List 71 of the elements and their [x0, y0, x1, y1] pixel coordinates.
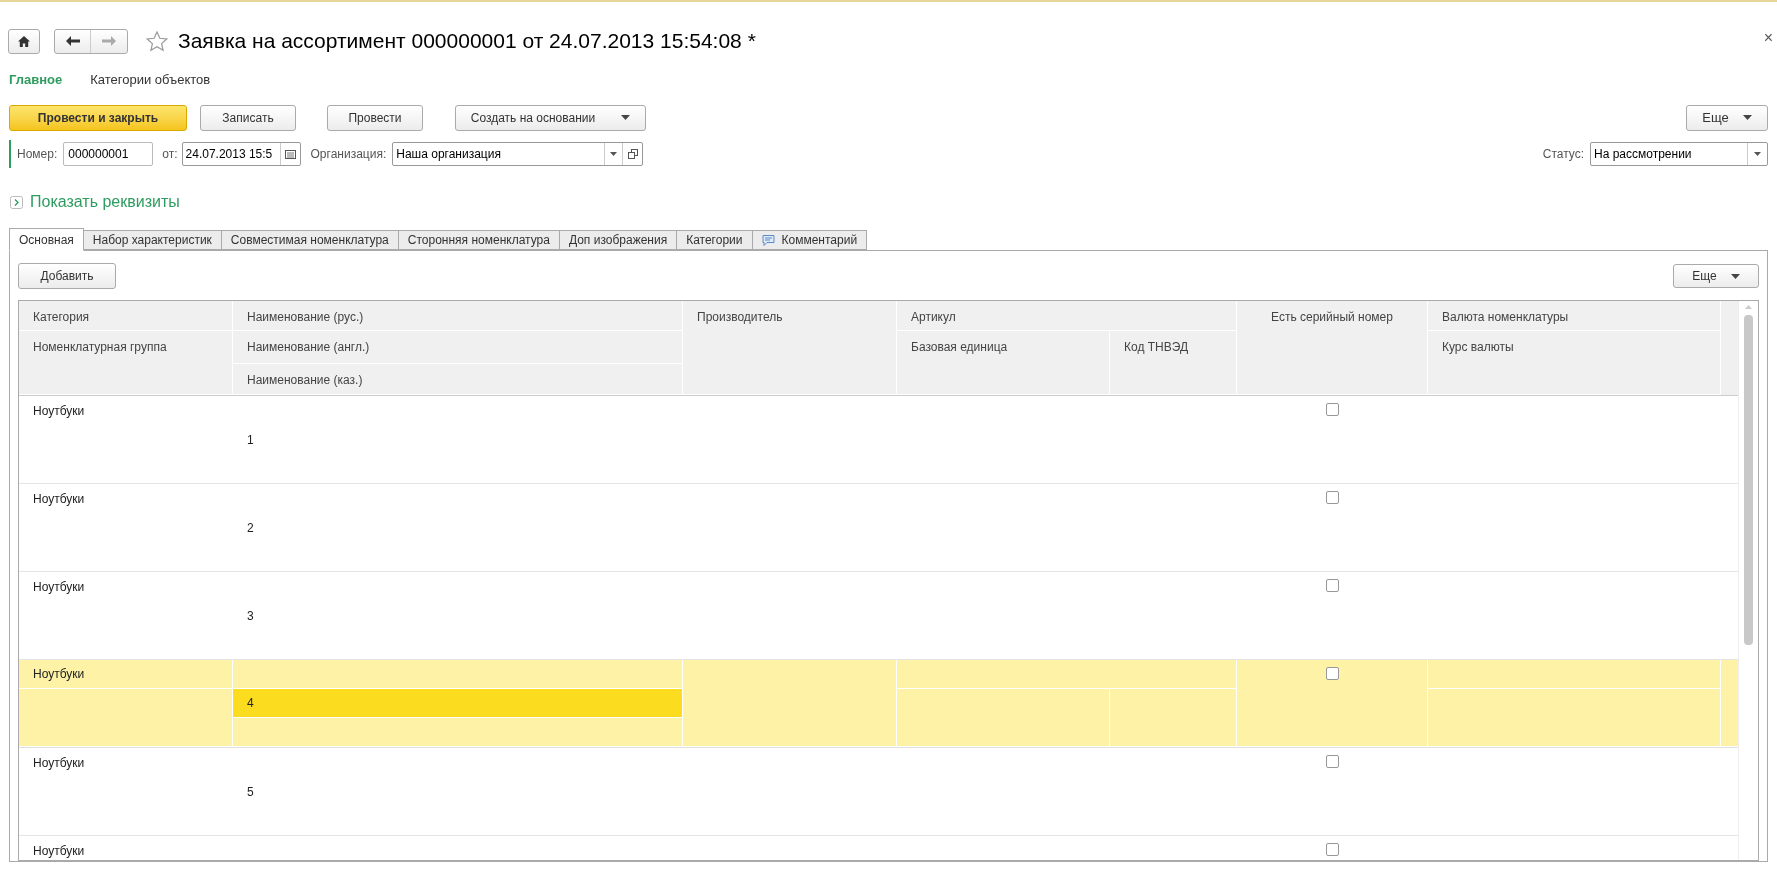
column-header[interactable]: Категория	[19, 301, 233, 331]
table-cell-text: 5	[246, 783, 255, 801]
checkbox[interactable]	[1326, 579, 1339, 592]
show-details-link[interactable]: Показать реквизиты	[30, 190, 180, 214]
caret-icon	[1742, 115, 1752, 120]
column-header[interactable]: Наименование (англ.)	[233, 331, 683, 364]
dropdown-button[interactable]: Создать на основании	[455, 104, 646, 131]
table-cell-text: Ноутбуки	[32, 490, 86, 508]
table-cell: 4	[233, 689, 683, 718]
arrow-right-icon	[102, 36, 116, 46]
column-header[interactable]: Базовая единица	[897, 331, 1110, 395]
column-header[interactable]: Наименование (каз.)	[233, 364, 683, 395]
tab[interactable]: Совместимая номенклатура	[220, 230, 399, 250]
caret-icon	[621, 115, 631, 120]
column-header[interactable]: Наименование (рус.)	[233, 301, 683, 331]
tab[interactable]: Набор характеристик	[82, 230, 222, 250]
checkbox[interactable]	[1325, 667, 1339, 680]
status-field[interactable]: На рассмотрении	[1590, 142, 1768, 166]
home-icon	[18, 35, 30, 47]
home-button[interactable]	[8, 28, 40, 54]
caret-icon[interactable]	[1754, 152, 1761, 156]
command-button[interactable]: Записать	[200, 104, 296, 131]
window-title: Заявка на ассортимент 000000001 от 24.07.2013 15:54:08 *	[178, 28, 756, 55]
section-tab[interactable]: Категории объектов	[90, 70, 211, 90]
column-header[interactable]: Код ТНВЭД	[1110, 331, 1237, 395]
status-label: Статус:	[1542, 146, 1584, 163]
chevron-right-icon[interactable]	[10, 195, 23, 209]
checkbox[interactable]	[1326, 403, 1339, 416]
star-icon[interactable]	[146, 30, 168, 52]
table-cell-text: Ноутбуки	[32, 402, 86, 420]
column-header[interactable]: Номенклатурная группа	[19, 331, 233, 395]
column-header[interactable]: Есть серийный номер	[1237, 301, 1428, 395]
table-row[interactable]: Ноутбуки 4	[19, 660, 1738, 748]
scrollbar-thumb[interactable]	[1744, 315, 1753, 645]
caret-icon[interactable]	[610, 152, 618, 156]
column-header[interactable]: Производитель	[683, 301, 897, 395]
arrow-left-icon	[65, 36, 80, 46]
caret-icon	[1730, 273, 1740, 279]
table-cell-text: Ноутбуки	[32, 842, 86, 860]
tab[interactable]: Сторонняя номенклатура	[397, 230, 560, 250]
table-cell-text: 2	[246, 519, 255, 537]
close-button[interactable]: ×	[1763, 26, 1773, 50]
table-cell-text: Ноутбуки	[32, 578, 86, 596]
more-button[interactable]: Еще	[1673, 264, 1759, 288]
tab[interactable]: Категории	[676, 230, 753, 250]
organization-label: Организация:	[310, 146, 387, 163]
checkbox[interactable]	[1326, 755, 1339, 768]
checkbox[interactable]	[1326, 491, 1339, 504]
table-cell: Ноутбуки	[19, 660, 233, 689]
calendar-icon[interactable]	[284, 149, 296, 159]
table-cell-text: 1	[246, 431, 255, 449]
date-field[interactable]: 24.07.2013 15:5	[181, 142, 301, 166]
tab[interactable]: Доп изображения	[558, 230, 678, 250]
organization-field[interactable]: Наша организация	[392, 142, 644, 166]
date-label: от:	[162, 146, 178, 163]
command-button[interactable]: Провести и закрыть	[9, 104, 187, 131]
tab[interactable]: Комментарий	[751, 230, 868, 250]
number-label: Номер:	[17, 146, 58, 163]
number-field[interactable]: 000000001	[63, 142, 154, 166]
column-header[interactable]: Артикул	[897, 301, 1237, 331]
table-cell-text: 3	[246, 607, 255, 625]
table-cell-text: Ноутбуки	[32, 754, 86, 772]
more-button[interactable]: Еще	[1686, 104, 1768, 131]
scroll-up-icon[interactable]	[1745, 305, 1752, 309]
add-button[interactable]: Добавить	[18, 263, 116, 289]
checkbox[interactable]	[1326, 843, 1339, 856]
command-button[interactable]: Провести	[327, 104, 423, 131]
open-icon[interactable]	[627, 149, 638, 159]
column-header[interactable]: Валюта номенклатуры	[1428, 301, 1721, 331]
tab[interactable]: Основная	[9, 228, 84, 251]
comment-icon	[761, 234, 775, 246]
